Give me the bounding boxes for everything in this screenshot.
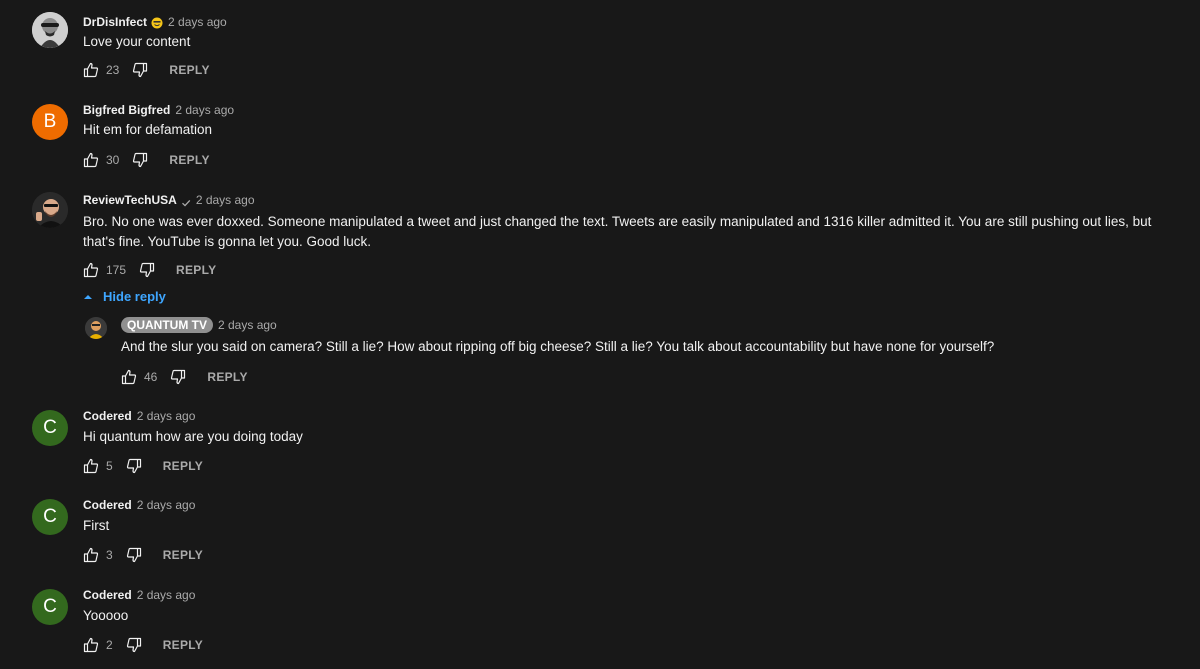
dislike-icon[interactable] xyxy=(126,637,142,653)
comment-thread: B Bigfred Bigfred 2 days ago Hit em for … xyxy=(0,102,1200,182)
like-icon[interactable] xyxy=(83,62,99,78)
avatar[interactable] xyxy=(32,192,68,228)
dislike-icon[interactable] xyxy=(132,62,148,78)
avatar[interactable]: C xyxy=(32,499,68,535)
comment-text: Hit em for defamation xyxy=(83,122,213,137)
reply-button[interactable]: REPLY xyxy=(176,263,216,277)
avatar[interactable]: C xyxy=(32,410,68,446)
comment-timestamp[interactable]: 2 days ago xyxy=(137,409,196,423)
like-icon[interactable] xyxy=(83,637,99,653)
like-count: 2 xyxy=(106,638,113,652)
comment-timestamp[interactable]: 2 days ago xyxy=(196,193,255,207)
dislike-icon[interactable] xyxy=(170,369,186,385)
like-icon[interactable] xyxy=(83,262,99,278)
reply-button[interactable]: REPLY xyxy=(169,63,209,77)
like-count: 175 xyxy=(106,263,127,277)
comment-actions: 5 REPLY xyxy=(83,457,203,475)
reply-button[interactable]: REPLY xyxy=(163,638,203,652)
avatar-letter: B xyxy=(43,111,57,132)
comment-text: Hi quantum how are you doing today xyxy=(83,429,303,444)
dislike-icon[interactable] xyxy=(126,547,142,563)
comment-timestamp[interactable]: 2 days ago xyxy=(137,498,196,512)
comment-header: Codered 2 days ago xyxy=(83,408,195,424)
comment-thread: DrDisInfect 2 days ago Love your content… xyxy=(0,12,1200,92)
comment-header: ReviewTechUSA 2 days ago xyxy=(83,192,255,208)
comment-actions: 175 REPLY xyxy=(83,261,216,279)
dislike-icon[interactable] xyxy=(132,152,148,168)
comment-header: Codered 2 days ago xyxy=(83,497,195,513)
comment-timestamp[interactable]: 2 days ago xyxy=(168,15,227,29)
comment-header: Codered 2 days ago xyxy=(83,587,195,603)
avatar-letter: C xyxy=(43,506,57,527)
avatar[interactable]: C xyxy=(32,589,68,625)
reply-button[interactable]: REPLY xyxy=(163,548,203,562)
comment-header: DrDisInfect 2 days ago xyxy=(83,14,227,30)
comment-timestamp[interactable]: 2 days ago xyxy=(137,588,196,602)
like-count: 5 xyxy=(106,459,113,473)
comment-text: Yooooo xyxy=(83,608,129,623)
comment-thread: ReviewTechUSA 2 days ago Bro. No one was… xyxy=(0,192,1200,282)
chevron-up-icon xyxy=(84,294,92,299)
reply-button[interactable]: REPLY xyxy=(207,370,247,384)
like-icon[interactable] xyxy=(83,458,99,474)
avatar-image xyxy=(32,192,68,228)
comment-header: QUANTUM TV 2 days ago xyxy=(121,317,277,333)
smiley-emoji-icon xyxy=(151,16,163,29)
author-name[interactable]: ReviewTechUSA xyxy=(83,193,177,207)
comment-thread: C Codered 2 days ago First 3 REPLY xyxy=(0,497,1200,577)
avatar[interactable] xyxy=(32,12,68,48)
author-name[interactable]: Bigfred Bigfred xyxy=(83,103,170,117)
comment-text: First xyxy=(83,518,110,533)
like-count: 3 xyxy=(106,548,113,562)
like-count: 46 xyxy=(144,370,158,384)
dislike-icon[interactable] xyxy=(126,458,142,474)
like-icon[interactable] xyxy=(121,369,137,385)
comments-section: DrDisInfect 2 days ago Love your content… xyxy=(0,0,1200,669)
like-count: 23 xyxy=(106,63,120,77)
comment-text: And the slur you said on camera? Still a… xyxy=(121,339,995,354)
comment-actions: 23 REPLY xyxy=(83,61,210,79)
hide-reply-button[interactable]: Hide reply xyxy=(83,289,166,304)
like-count: 30 xyxy=(106,153,120,167)
author-name[interactable]: Codered xyxy=(83,588,132,602)
avatar-letter: C xyxy=(43,596,57,617)
avatar-letter: C xyxy=(43,417,57,438)
comment-actions: 46 REPLY xyxy=(121,368,248,386)
like-icon[interactable] xyxy=(83,547,99,563)
comment-text: Love your content xyxy=(83,34,191,49)
comment-timestamp[interactable]: 2 days ago xyxy=(175,103,234,117)
author-name[interactable]: Codered xyxy=(83,498,132,512)
reply-button[interactable]: REPLY xyxy=(169,153,209,167)
comment-header: Bigfred Bigfred 2 days ago xyxy=(83,102,234,118)
verified-check-icon xyxy=(181,195,191,207)
comment-actions: 3 REPLY xyxy=(83,546,203,564)
author-name[interactable]: DrDisInfect xyxy=(83,15,147,29)
hide-reply-label: Hide reply xyxy=(103,289,166,304)
avatar-image xyxy=(32,12,68,48)
comment-actions: 30 REPLY xyxy=(83,151,210,169)
like-icon[interactable] xyxy=(83,152,99,168)
reply-thread: QUANTUM TV 2 days ago And the slur you s… xyxy=(0,317,1200,387)
dislike-icon[interactable] xyxy=(139,262,155,278)
avatar-image xyxy=(85,317,107,339)
author-name[interactable]: Codered xyxy=(83,409,132,423)
avatar[interactable] xyxy=(85,317,107,339)
comment-text: Bro. No one was ever doxxed. Someone man… xyxy=(83,214,1152,249)
comment-timestamp[interactable]: 2 days ago xyxy=(218,318,277,332)
comment-thread: C Codered 2 days ago Hi quantum how are … xyxy=(0,408,1200,488)
reply-button[interactable]: REPLY xyxy=(163,459,203,473)
channel-owner-badge[interactable]: QUANTUM TV xyxy=(121,317,213,333)
comment-thread: C Codered 2 days ago Yooooo 2 REPLY xyxy=(0,587,1200,667)
comment-actions: 2 REPLY xyxy=(83,636,203,654)
avatar[interactable]: B xyxy=(32,104,68,140)
